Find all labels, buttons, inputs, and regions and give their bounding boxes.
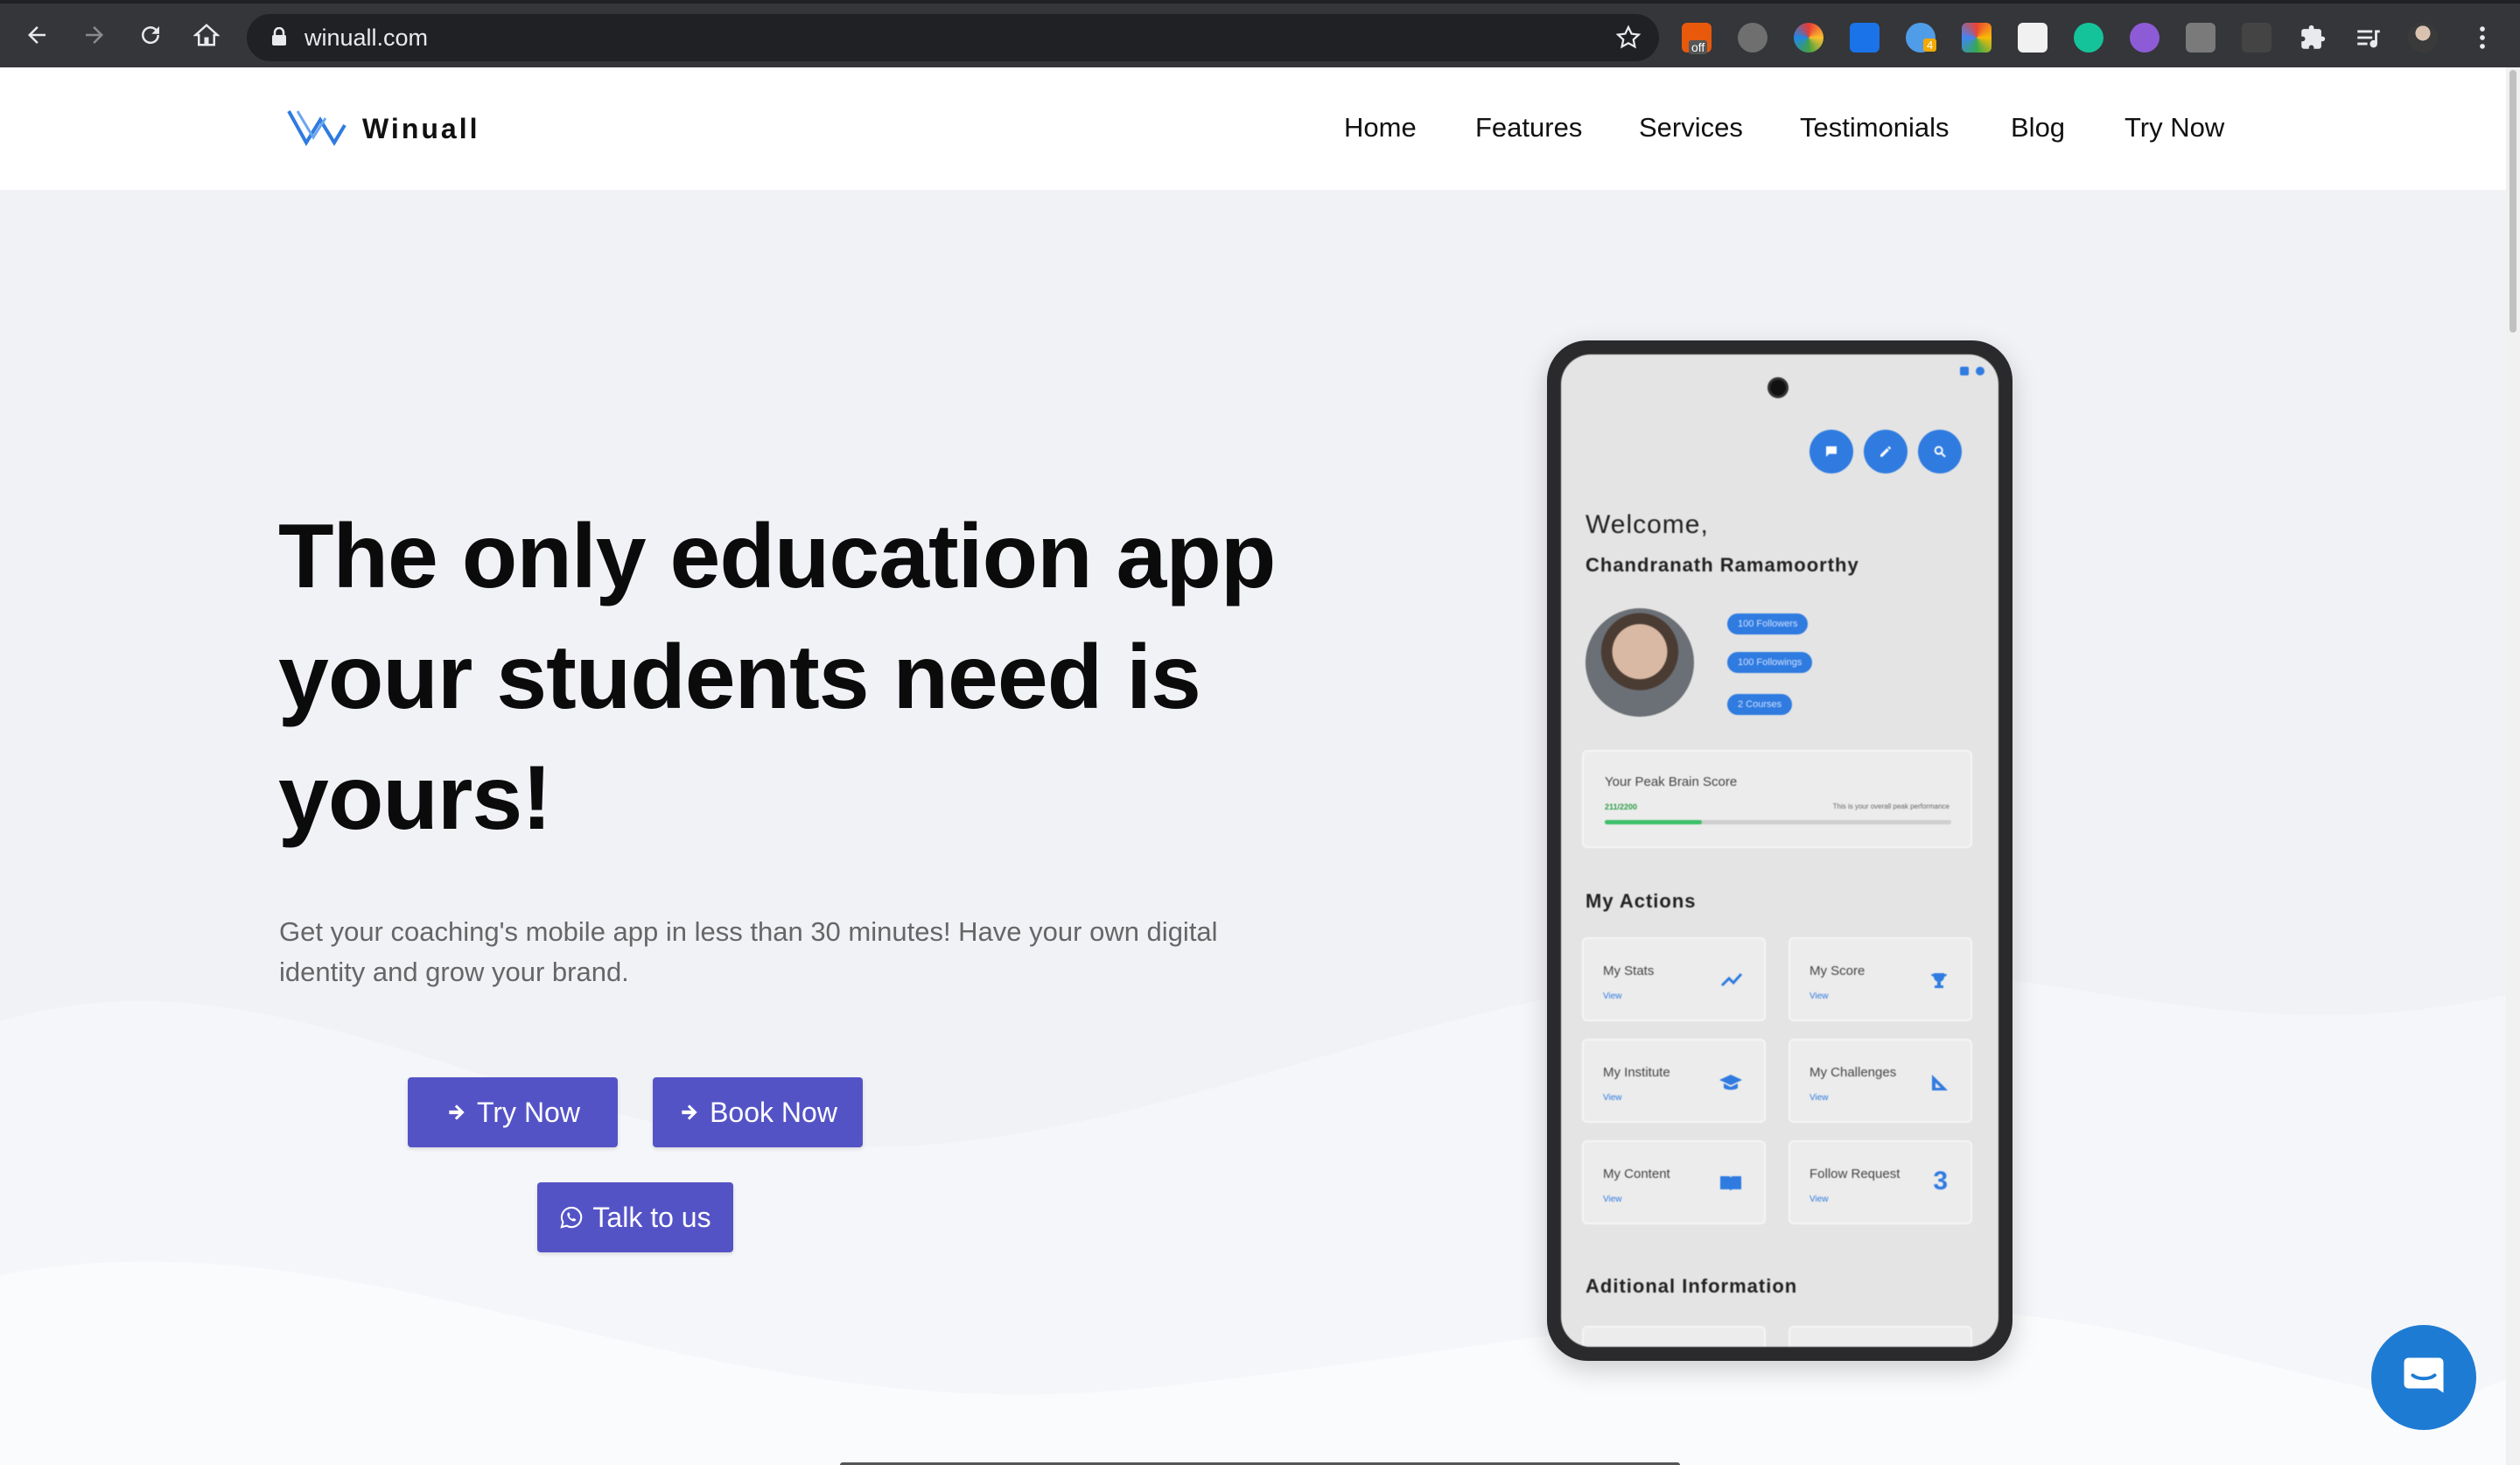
book-now-button[interactable]: Book Now	[653, 1077, 863, 1147]
brand-name[interactable]: Winuall	[362, 113, 480, 145]
nav-testimonials[interactable]: Testimonials	[1800, 112, 1950, 144]
grammarly-icon[interactable]	[2074, 23, 2104, 53]
profile-avatar[interactable]	[2408, 23, 2438, 53]
action-card-my-stats[interactable]: My Stats View	[1582, 937, 1766, 1021]
action-card-my-content[interactable]: My Content View	[1582, 1140, 1766, 1224]
action-card-my-challenges[interactable]: My Challenges View	[1788, 1039, 1972, 1123]
battery-icon	[1960, 367, 1969, 375]
view-link[interactable]: View	[1810, 992, 1829, 1001]
home-icon[interactable]	[187, 16, 226, 54]
followers-pill[interactable]: 100 Followers	[1727, 613, 1809, 634]
chat-icon	[2404, 1357, 2444, 1393]
extension-badge-icon[interactable]: 4	[1906, 23, 1937, 53]
url-text: winuall.com	[304, 25, 429, 51]
whatsapp-icon	[560, 1206, 583, 1229]
brain-score-note: This is your overall peak performance	[1832, 803, 1950, 810]
media-queue-icon[interactable]	[2354, 23, 2384, 53]
browser-toolbar: winuall.com off 4	[0, 0, 2520, 67]
extension-calendar-icon[interactable]	[2018, 23, 2048, 53]
action-label: My Institute	[1603, 1065, 1670, 1080]
my-actions-heading: My Actions	[1586, 890, 1697, 912]
try-now-label: Try Now	[477, 1096, 580, 1128]
welcome-text: Welcome,	[1586, 510, 1709, 539]
brain-score-track	[1605, 820, 1951, 824]
action-card-follow-request[interactable]: Follow Request View 3	[1788, 1140, 1972, 1224]
talk-to-us-label: Talk to us	[592, 1201, 711, 1233]
brain-score-fill	[1605, 820, 1702, 824]
winuall-logo-icon[interactable]	[285, 108, 348, 152]
nav-try-now[interactable]: Try Now	[2124, 112, 2224, 144]
edit-icon[interactable]	[1864, 430, 1908, 473]
front-camera	[1768, 377, 1788, 398]
extensions-puzzle-icon[interactable]	[2298, 23, 2328, 53]
follow-request-count: 3	[1933, 1167, 1948, 1195]
address-bar[interactable]: winuall.com	[247, 14, 1659, 61]
extension-off-icon[interactable]: off	[1682, 23, 1712, 54]
arrow-right-icon	[682, 1104, 697, 1120]
action-card-my-score[interactable]: My Score View	[1788, 937, 1972, 1021]
action-label: Follow Request	[1810, 1167, 1900, 1181]
search-icon[interactable]	[1918, 430, 1962, 473]
courses-pill[interactable]: 2 Courses	[1727, 694, 1793, 715]
back-icon[interactable]	[18, 16, 56, 54]
nav-home[interactable]: Home	[1344, 112, 1417, 144]
view-link[interactable]: View	[1603, 1195, 1622, 1204]
lock-icon	[271, 26, 287, 51]
extension-count-badge: 4	[1923, 39, 1937, 52]
brain-score-card: Your Peak Brain Score 211/2200 This is y…	[1582, 750, 1972, 848]
bookmark-star-icon[interactable]	[1615, 25, 1642, 55]
info-card	[1788, 1326, 1972, 1347]
action-label: My Score	[1810, 964, 1866, 978]
arrow-right-icon	[449, 1104, 465, 1120]
nav-services[interactable]: Services	[1639, 112, 1743, 144]
hero-title: The only education app your students nee…	[278, 506, 1276, 849]
extension-gray-icon[interactable]	[1738, 23, 1768, 53]
view-link[interactable]: View	[1810, 1093, 1829, 1103]
brain-score-title: Your Peak Brain Score	[1605, 775, 1738, 789]
site-header: Winuall Home Features Services Testimoni…	[0, 67, 2506, 190]
graduation-cap-icon	[1718, 1072, 1743, 1097]
forward-icon[interactable]	[75, 16, 114, 54]
extension-off-badge: off	[1689, 40, 1708, 54]
action-card-my-institute[interactable]: My Institute View	[1582, 1039, 1766, 1123]
avatar	[1586, 608, 1694, 717]
action-label: My Stats	[1603, 964, 1655, 978]
phone-mockup: Welcome, Chandranath Ramamoorthy 100 Fol…	[1547, 340, 2012, 1361]
nav-features[interactable]: Features	[1475, 112, 1582, 144]
extension-google-icon[interactable]	[1962, 23, 1992, 53]
extension-color-wheel-icon[interactable]	[1794, 23, 1824, 53]
followings-pill[interactable]: 100 Followings	[1727, 652, 1813, 673]
message-icon[interactable]	[1810, 430, 1853, 473]
set-square-icon	[1928, 1072, 1950, 1097]
brain-score-value: 211/2200	[1605, 803, 1638, 811]
additional-information-heading: Aditional Information	[1586, 1275, 1798, 1297]
extension-arrow-icon[interactable]	[2242, 23, 2272, 53]
signal-icon	[1976, 367, 1984, 375]
scrollbar-thumb[interactable]	[2510, 70, 2516, 333]
book-now-label: Book Now	[710, 1096, 837, 1128]
user-name: Chandranath Ramamoorthy	[1586, 554, 1859, 576]
hero-subtitle: Get your coaching's mobile app in less t…	[279, 916, 1218, 987]
trophy-icon	[1928, 971, 1950, 996]
nav-blog[interactable]: Blog	[2011, 112, 2065, 144]
try-now-button[interactable]: Try Now	[408, 1077, 618, 1147]
book-icon	[1718, 1174, 1743, 1197]
action-label: My Challenges	[1810, 1065, 1897, 1080]
extension-blue-icon[interactable]	[1850, 23, 1880, 53]
more-menu-icon[interactable]	[2468, 23, 2497, 53]
phone-screen: Welcome, Chandranath Ramamoorthy 100 Fol…	[1561, 354, 1998, 1347]
extension-purple-icon[interactable]	[2130, 23, 2160, 53]
view-link[interactable]: View	[1603, 992, 1622, 1001]
extension-doc-icon[interactable]	[2186, 23, 2216, 53]
action-label: My Content	[1603, 1167, 1670, 1181]
info-card	[1582, 1326, 1766, 1347]
talk-to-us-button[interactable]: Talk to us	[537, 1182, 733, 1252]
trend-icon	[1720, 971, 1743, 992]
chat-launcher-button[interactable]	[2371, 1325, 2476, 1430]
page-content: Winuall Home Features Services Testimoni…	[0, 67, 2506, 1465]
view-link[interactable]: View	[1603, 1093, 1622, 1103]
reload-icon[interactable]	[131, 16, 170, 54]
view-link[interactable]: View	[1810, 1195, 1829, 1204]
